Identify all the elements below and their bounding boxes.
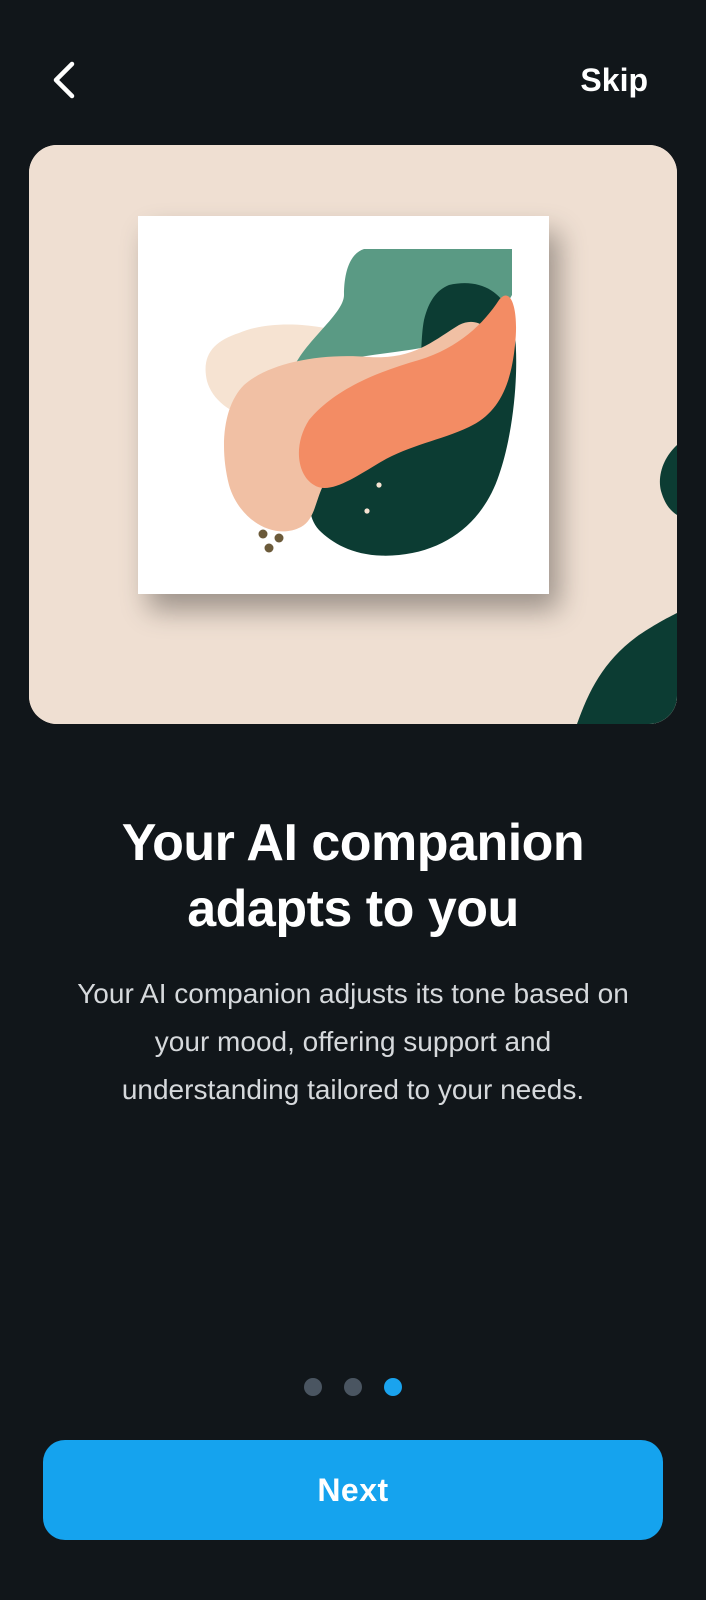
page-dot-3-active[interactable] bbox=[384, 1378, 402, 1396]
page-indicator bbox=[0, 1378, 706, 1396]
page-dot-2[interactable] bbox=[344, 1378, 362, 1396]
chevron-left-icon bbox=[53, 61, 75, 99]
page-description: Your AI companion adjusts its tone based… bbox=[40, 970, 666, 1114]
page-title: Your AI companion adapts to you bbox=[0, 810, 706, 942]
hero-illustration-card bbox=[29, 145, 677, 724]
title-line-1: Your AI companion bbox=[121, 814, 585, 872]
onboarding-screen: Skip Your AI companion adapts to you You… bbox=[0, 0, 706, 1600]
description-line-3: understanding tailored to your needs. bbox=[121, 1074, 585, 1105]
page-dot-1[interactable] bbox=[304, 1378, 322, 1396]
abstract-art-illustration bbox=[29, 145, 677, 724]
description-line-2: your mood, offering support and bbox=[154, 1026, 552, 1057]
title-line-2: adapts to you bbox=[187, 880, 519, 938]
skip-button[interactable]: Skip bbox=[580, 62, 648, 99]
back-button[interactable] bbox=[40, 52, 88, 108]
next-button[interactable]: Next bbox=[43, 1440, 663, 1540]
description-line-1: Your AI companion adjusts its tone based… bbox=[77, 978, 629, 1009]
